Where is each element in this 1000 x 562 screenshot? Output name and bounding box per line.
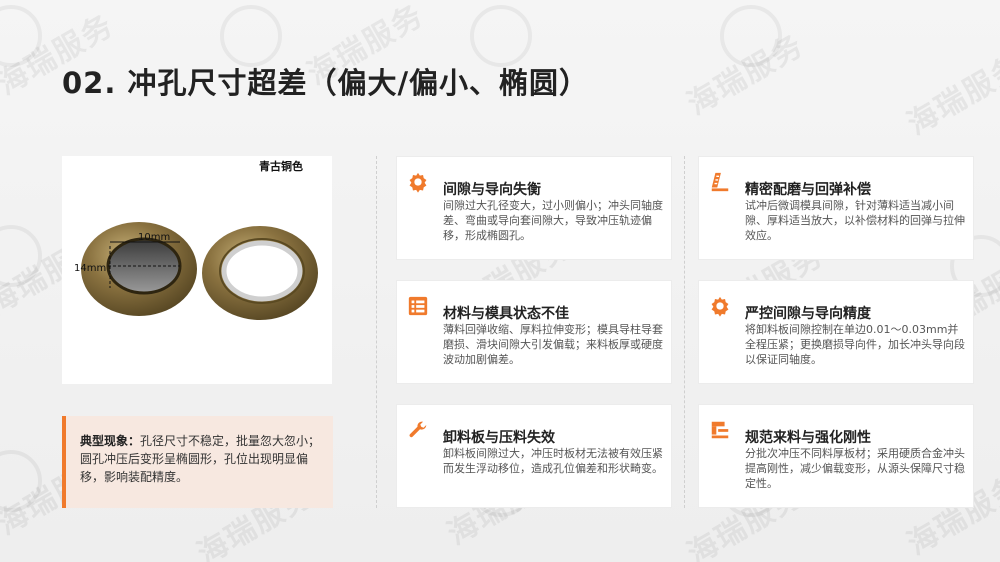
cause-card-stripper: 卸料板与压料失效 卸料板间隙过大，冲压时板材无法被有效压紧而发生浮动移位，造成孔… [396, 404, 672, 508]
vise-icon [711, 421, 729, 439]
watermark-text: 海瑞服务 [681, 27, 810, 123]
gear-icon [409, 172, 427, 193]
watermark-ring [220, 5, 282, 67]
card-body: 分批次冲压不同料厚板材；采用硬质合金冲头提高刚性，减少偏载变形，从源头保障尺寸稳… [745, 447, 965, 490]
grid-icon [408, 296, 428, 316]
solution-card-grinding: 精密配磨与回弹补偿 试冲后微调模具间隙，针对薄料适当减小间隙、厚料适当放大，以补… [698, 156, 974, 260]
typical-phenomenon-box: 典型现象：孔径尺寸不稳定，批量忽大忽小；圆孔冲压后变形呈椭圆形，孔位出现明显偏移… [62, 416, 333, 508]
card-title: 规范来料与强化刚性 [745, 430, 871, 446]
summary-label: 典型现象： [80, 434, 141, 448]
ruler-icon [711, 172, 729, 192]
card-body: 卸料板间隙过大，冲压时板材无法被有效压紧而发生浮动移位，造成孔位偏差和形状畸变。 [443, 447, 663, 475]
card-body: 间隙过大孔径变大，过小则偏小；冲头同轴度差、弯曲或导向套间隙大，导致冲压轨迹偏移… [443, 199, 663, 242]
dimension-height-label: 14mm [74, 263, 107, 274]
card-body: 薄料回弹收缩、厚料拉伸变形；模具导柱导套磨损、滑块间隙大引发偏载；来料板厚或硬度… [443, 323, 663, 366]
column-divider [684, 156, 685, 508]
card-title: 严控间隙与导向精度 [745, 306, 871, 322]
solution-card-rigidity: 规范来料与强化刚性 分批次冲压不同料厚板材；采用硬质合金冲头提高刚性，减少偏载变… [698, 404, 974, 508]
watermark-text: 海瑞服务 [901, 47, 1000, 143]
product-photo: 青古铜色 10mm 14mm [62, 156, 332, 384]
gear-icon [711, 296, 729, 317]
cause-card-clearance: 间隙与导向失衡 间隙过大孔径变大，过小则偏小；冲头同轴度差、弯曲或导向套间隙大，… [396, 156, 672, 260]
watermark-ring [720, 5, 782, 67]
solution-card-control: 严控间隙与导向精度 将卸料板间隙控制在单边0.01～0.03mm并全程压紧；更换… [698, 280, 974, 384]
watermark-ring [0, 225, 42, 287]
card-title: 材料与模具状态不佳 [443, 306, 569, 322]
card-title: 卸料板与压料失效 [443, 430, 555, 446]
card-body: 试冲后微调模具间隙，针对薄料适当减小间隙、厚料适当放大，以补偿材料的回弹与拉伸效… [745, 199, 965, 242]
wrench-icon [409, 421, 427, 438]
watermark-ring [470, 5, 532, 67]
watermark-ring [0, 450, 42, 512]
page-title: 02. 冲孔尺寸超差（偏大/偏小、椭圆） [62, 66, 590, 100]
watermark-ring [0, 5, 42, 67]
dimension-width-label: 10mm [138, 232, 171, 243]
photo-caption: 青古铜色 [259, 160, 303, 173]
card-body: 将卸料板间隙控制在单边0.01～0.03mm并全程压紧；更换磨损导向件，加长冲头… [745, 323, 965, 366]
column-divider [376, 156, 377, 508]
card-title: 间隙与导向失衡 [443, 182, 541, 198]
card-title: 精密配磨与回弹补偿 [745, 182, 871, 198]
cause-card-material: 材料与模具状态不佳 薄料回弹收缩、厚料拉伸变形；模具导柱导套磨损、滑块间隙大引发… [396, 280, 672, 384]
